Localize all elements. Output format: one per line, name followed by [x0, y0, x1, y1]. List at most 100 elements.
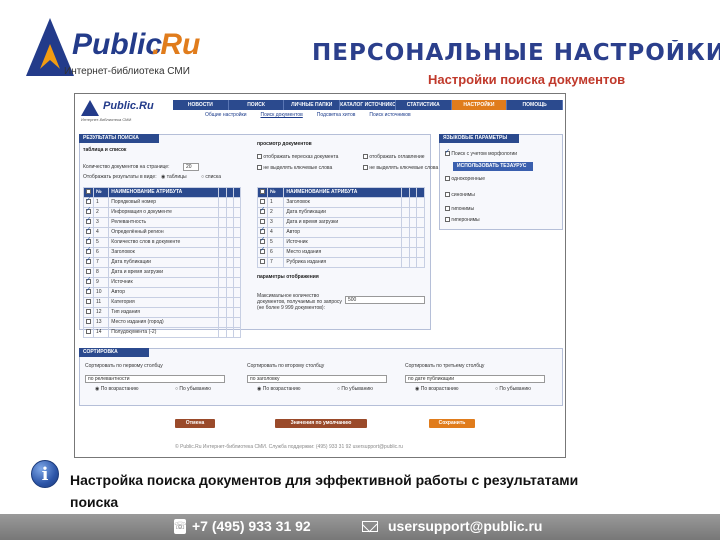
sort-col2-desc-radio[interactable]: ○ По убыванию — [337, 386, 373, 393]
attribute-checkbox[interactable] — [260, 237, 265, 245]
subnav-item[interactable]: Общие настройки — [205, 112, 247, 119]
attribute-name: Заголовок — [108, 247, 220, 258]
nav-item[interactable]: НОВОСТИ — [173, 100, 229, 110]
attribute-checkbox[interactable] — [86, 197, 91, 205]
attribute-name: Место издания (город) — [108, 317, 220, 328]
attribute-checkbox[interactable] — [86, 319, 91, 325]
attribute-name: Источник — [108, 277, 220, 288]
attribute-checkbox[interactable] — [260, 247, 265, 255]
svg-text:Public: Public — [72, 28, 162, 61]
attribute-num: 9 — [92, 277, 110, 288]
sort-col3-select[interactable]: по дате публикации — [405, 375, 545, 383]
view-table-radio[interactable]: ◉ таблицы — [161, 174, 187, 181]
contact-email[interactable]: usersupport@public.ru — [388, 518, 542, 534]
defaults-button[interactable]: Значения по умолчанию — [275, 419, 367, 428]
morphology-checkbox[interactable]: Поиск с учетом морфологии — [445, 149, 517, 158]
save-button[interactable]: Сохранить — [429, 419, 475, 428]
attribute-num: 3 — [92, 217, 110, 228]
attribute-checkbox[interactable] — [86, 247, 91, 255]
table-row: 7 Рубрика издания — [257, 257, 425, 268]
attribute-num: 13 — [92, 317, 110, 328]
nav-item[interactable]: КАТАЛОГ ИСТОЧНИКОВ — [340, 100, 396, 110]
nav-item[interactable]: ПОИСК — [229, 100, 285, 110]
thesaurus-option[interactable]: гипонимы — [445, 206, 474, 213]
view-option[interactable]: не выделять ключевые слова — [363, 165, 438, 172]
info-icon: i — [31, 460, 59, 488]
attribute-num: 1 — [266, 197, 285, 208]
left-attributes-table: №НАИМЕНОВАНИЕ АТРИБУТА 1Порядковый номер… — [83, 187, 242, 338]
nav-item[interactable]: ЛИЧНЫЕ ПАПКИ — [284, 100, 341, 110]
sort-col-title: Сортировать по третьему столбцу — [405, 363, 485, 369]
thesaurus-option[interactable]: гиперонимы — [445, 217, 480, 224]
screenshot-logo: Public.Ru Интернет-библиотека СМИ — [81, 100, 154, 122]
attribute-checkbox[interactable] — [86, 329, 91, 335]
attribute-num: 4 — [92, 227, 110, 238]
attribute-checkbox[interactable] — [86, 237, 91, 245]
sort-col3-desc-radio[interactable]: ○ По убыванию — [495, 386, 531, 393]
attribute-checkbox[interactable] — [86, 207, 91, 215]
sub-nav: Общие настройки Поиск документов Подсвет… — [205, 112, 411, 119]
attribute-name: Определённый регион — [108, 227, 220, 238]
sort-col2-asc-radio[interactable]: ◉ По возрастанию — [257, 386, 301, 393]
mail-icon — [362, 521, 378, 532]
attribute-name: Место издания — [283, 247, 402, 258]
sort-col1-select[interactable]: по релевантности — [85, 375, 225, 383]
sort-col3-asc-radio[interactable]: ◉ По возрастанию — [415, 386, 459, 393]
nav-item[interactable]: ПОМОЩЬ — [507, 100, 564, 110]
sort-col1-asc-radio[interactable]: ◉ По возрастанию — [95, 386, 139, 393]
attribute-name: Заголовок — [283, 197, 402, 208]
page-title: ПЕРСОНАЛЬНЫЕ НАСТРОЙКИ — [312, 40, 720, 66]
table-row: 9Источник — [83, 277, 242, 288]
view-option[interactable]: не выделять ключевые слова — [257, 165, 332, 172]
attribute-num: 10 — [92, 287, 110, 298]
attribute-checkbox[interactable] — [86, 257, 91, 265]
sort-col1-desc-radio[interactable]: ○ По убыванию — [175, 386, 211, 393]
table-row: 3 Дата и время загрузки — [257, 217, 425, 228]
attribute-checkbox[interactable] — [86, 277, 91, 285]
thesaurus-option[interactable]: синонимы — [445, 192, 475, 199]
nav-item-settings[interactable]: НАСТРОЙКИ — [451, 100, 508, 110]
attribute-checkbox[interactable] — [86, 309, 91, 315]
attribute-name: Дата и время загрузки — [283, 217, 402, 228]
table-row: 4Определённый регион — [83, 227, 242, 238]
attribute-checkbox[interactable] — [260, 219, 265, 225]
docs-count-select[interactable]: 20 — [183, 163, 199, 171]
attribute-checkbox[interactable] — [86, 287, 91, 295]
view-option[interactable]: отображать пересказ документа — [257, 154, 338, 161]
page-subtitle: Настройки поиска документов — [428, 72, 626, 87]
attribute-checkbox[interactable] — [260, 227, 265, 235]
attribute-num: 2 — [92, 207, 110, 218]
thesaurus-title: ИСПОЛЬЗОВАТЬ ТЕЗАУРУС — [453, 162, 533, 171]
right-attributes-table: №НАИМЕНОВАНИЕ АТРИБУТА 1Заголовок2Дата п… — [257, 187, 425, 268]
attribute-name: Дата и время загрузки — [108, 267, 220, 278]
cancel-button[interactable]: Отмена — [175, 419, 215, 428]
table-row: 8 Дата и время загрузки — [83, 267, 242, 278]
table-list-heading: таблица и список — [83, 147, 127, 153]
max-docs-input[interactable]: 500 — [345, 296, 425, 304]
svg-text:.Ru: .Ru — [152, 28, 200, 61]
attribute-checkbox[interactable] — [260, 259, 265, 265]
table-row: 5Количество слов в документе — [83, 237, 242, 248]
attribute-name: Порядковый номер — [108, 197, 220, 208]
view-list-radio[interactable]: ○ списка — [201, 174, 221, 181]
attribute-num: 5 — [92, 237, 110, 248]
thesaurus-option[interactable]: однокоренные — [445, 176, 485, 183]
subnav-item[interactable]: Поиск источников — [369, 112, 410, 119]
subnav-item-active[interactable]: Поиск документов — [261, 112, 303, 119]
attribute-name: Автор — [283, 227, 402, 238]
main-nav: НОВОСТИ ПОИСК ЛИЧНЫЕ ПАПКИ КАТАЛОГ ИСТОЧ… — [173, 100, 564, 110]
attribute-checkbox[interactable] — [260, 199, 265, 205]
table-row: 5Источник — [257, 237, 425, 248]
attribute-name: Автор — [108, 287, 220, 298]
attribute-checkbox[interactable] — [86, 269, 91, 275]
view-option[interactable]: отображать оглавление — [363, 154, 425, 161]
contact-bar — [0, 514, 720, 540]
sort-col2-select[interactable]: по заголовку — [247, 375, 387, 383]
attribute-name: Рубрика издания — [283, 257, 402, 268]
attribute-checkbox[interactable] — [86, 227, 91, 235]
attribute-checkbox[interactable] — [86, 217, 91, 225]
nav-item[interactable]: СТАТИСТИКА — [396, 100, 452, 110]
attribute-checkbox[interactable] — [260, 207, 265, 215]
attribute-checkbox[interactable] — [86, 299, 91, 305]
subnav-item[interactable]: Подсветка хитов — [317, 112, 356, 119]
